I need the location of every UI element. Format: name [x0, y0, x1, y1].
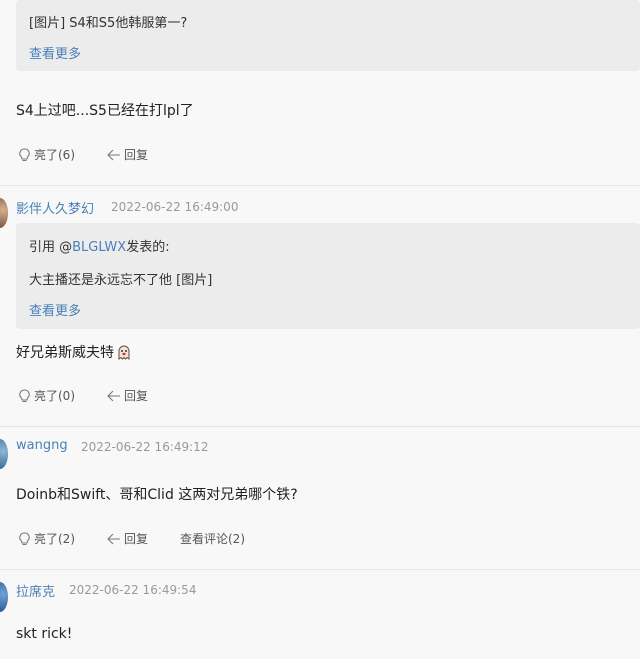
author-name[interactable]: 影伴人久梦幻	[16, 198, 94, 217]
reply-label: 回复	[124, 532, 149, 546]
quote-block: 引用 @BLGLWX发表的: 大主播还是永远忘不了他 [图片] 查看更多	[16, 223, 640, 329]
post-content: S4上过吧...S5已经在打lpl了	[16, 103, 194, 119]
post-content-text: 好兄弟斯威夫特	[16, 345, 114, 361]
reply-button[interactable]: 回复	[107, 387, 148, 404]
view-comments-button[interactable]: 查看评论(2)	[180, 530, 245, 547]
avatar[interactable]	[0, 198, 8, 228]
quote-user-link[interactable]: BLGLWX	[72, 240, 126, 255]
post-time: 2022-06-22 16:49:54	[69, 583, 197, 597]
author-name[interactable]: wangng	[16, 438, 68, 453]
post-time: 2022-06-22 16:49:12	[81, 440, 209, 454]
reply-button[interactable]: 回复	[107, 530, 148, 547]
reply-label: 回复	[124, 148, 149, 162]
quote-prefix: 引用 @	[29, 240, 73, 255]
like-button[interactable]: 亮了(2)	[18, 530, 75, 547]
author-name[interactable]: 拉席克	[16, 581, 55, 600]
quote-suffix: 发表的:	[126, 240, 170, 255]
quote-text: 大主播还是永远忘不了他 [图片]	[29, 273, 213, 288]
reply-label: 回复	[124, 389, 149, 403]
like-count: 亮了(6)	[34, 148, 75, 162]
like-count: 亮了(0)	[34, 389, 75, 403]
quote-header: 引用 @BLGLWX发表的:	[29, 236, 170, 255]
divider	[0, 426, 640, 427]
bulb-like-icon	[19, 531, 30, 545]
divider	[0, 185, 640, 186]
view-more-link[interactable]: 查看更多	[29, 43, 81, 62]
reply-button[interactable]: 回复	[107, 146, 148, 163]
view-comments-label: 查看评论(2)	[180, 532, 245, 546]
bulb-like-icon	[19, 147, 30, 161]
reply-arrow-icon	[107, 390, 120, 401]
post-content: 好兄弟斯威夫特	[16, 342, 132, 362]
quote-text: [图片] S4和S5他韩服第一?	[29, 16, 188, 31]
post-time: 2022-06-22 16:49:00	[111, 200, 239, 214]
avatar[interactable]	[0, 582, 8, 612]
divider	[0, 569, 640, 570]
avatar[interactable]	[0, 439, 8, 469]
bulb-like-icon	[19, 388, 30, 402]
view-more-link[interactable]: 查看更多	[29, 300, 81, 319]
reply-arrow-icon	[107, 149, 120, 160]
like-count: 亮了(2)	[34, 532, 75, 546]
reply-arrow-icon	[107, 533, 120, 544]
post-content: Doinb和Swift、哥和Clid 这两对兄弟哪个铁?	[16, 487, 298, 503]
post-content: skt rick!	[16, 626, 73, 642]
quote-block: [图片] S4和S5他韩服第一? 查看更多	[16, 0, 640, 71]
like-button[interactable]: 亮了(6)	[18, 146, 75, 163]
like-button[interactable]: 亮了(0)	[18, 387, 75, 404]
ghost-emoji-icon	[118, 345, 130, 360]
